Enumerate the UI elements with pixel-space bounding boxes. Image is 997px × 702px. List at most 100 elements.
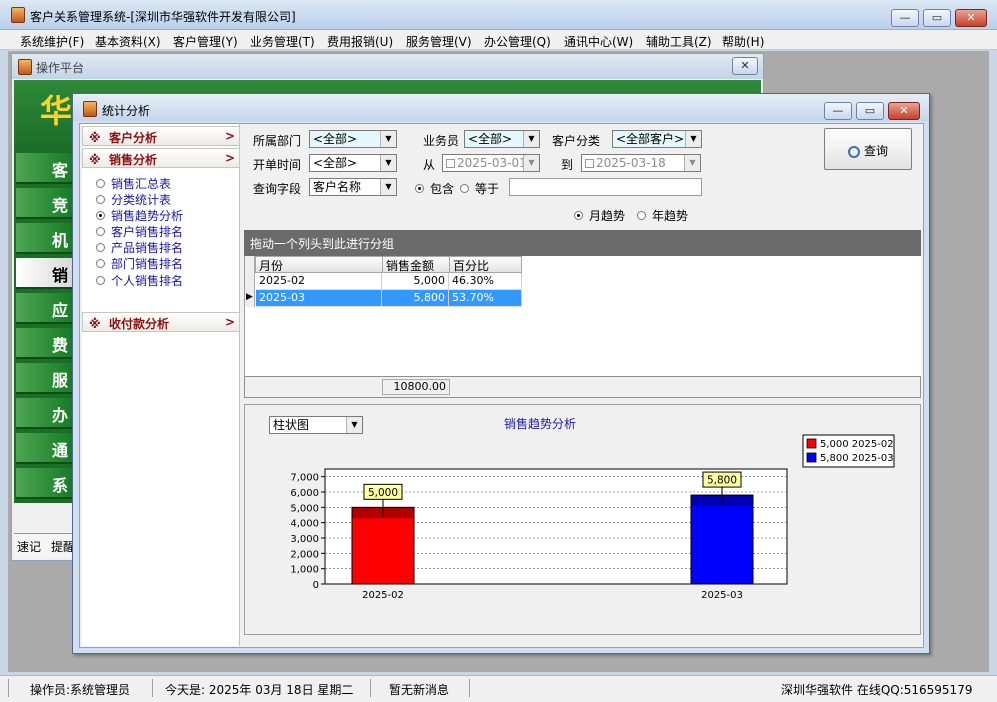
open-time-value: <全部> — [313, 156, 358, 170]
y-tick-label: 5,000 — [290, 503, 319, 514]
query-field-select[interactable]: 客户名称 ▼ — [309, 178, 397, 196]
radio-icon — [96, 179, 105, 188]
customer-category-select[interactable]: <全部客户> ▼ — [612, 130, 702, 148]
stat-close-button[interactable]: ✕ — [888, 102, 920, 120]
menu-help[interactable]: 帮助(H) — [722, 33, 764, 50]
salesman-select[interactable]: <全部> ▼ — [464, 130, 540, 148]
menu-office[interactable]: 办公管理(Q) — [484, 33, 551, 50]
radio-icon — [637, 211, 646, 220]
stat-titlebar: 统计分析 — ▭ ✕ — [73, 94, 929, 121]
category-payment-analysis[interactable]: ※ 收付款分析 > — [82, 312, 240, 332]
checkbox-icon[interactable] — [585, 159, 594, 168]
menu-business[interactable]: 业务管理(T) — [250, 33, 315, 50]
checkbox-icon[interactable] — [446, 159, 455, 168]
radio-sales-trend[interactable]: 销售趋势分析 — [96, 207, 183, 223]
query-button[interactable]: 查询 — [824, 128, 912, 170]
nav-service[interactable]: 服 — [16, 363, 74, 394]
customer-category-value: <全部客户> — [616, 132, 685, 146]
menu-comm[interactable]: 通讯中心(W) — [564, 33, 633, 50]
menu-system[interactable]: 系统维护(F) — [20, 33, 84, 50]
to-date-picker[interactable]: 2025-03-18 ▼ — [581, 154, 701, 172]
nav-competitor[interactable]: 竞 — [16, 188, 74, 219]
y-tick-label: 6,000 — [290, 488, 319, 499]
radio-year-trend[interactable]: 年趋势 — [637, 207, 688, 224]
radio-label: 年趋势 — [652, 209, 689, 223]
radio-label: 客户销售排名 — [111, 225, 184, 239]
menu-expense[interactable]: 费用报销(U) — [327, 33, 393, 50]
current-row-arrow-icon: ▶ — [246, 292, 253, 302]
nav-system[interactable]: 系 — [16, 468, 74, 499]
nav-receivable[interactable]: 应 — [16, 293, 74, 324]
category-sales-analysis[interactable]: ※ 销售分析 > — [82, 148, 240, 168]
nav-comm[interactable]: 通 — [16, 433, 74, 464]
dropdown-arrow-icon: ▼ — [380, 179, 396, 195]
radio-personal-ranking[interactable]: 个人销售排名 — [96, 272, 183, 288]
legend-entry: 5,800 2025-03 — [820, 453, 894, 464]
radio-category-stats[interactable]: 分类统计表 — [96, 191, 171, 207]
stat-client: ※ 客户分析 > ※ 销售分析 > 销售汇总表 分类统计表 销售趋势分析 客户销… — [79, 123, 924, 648]
nav-office[interactable]: 办 — [16, 398, 74, 429]
radio-contains[interactable]: 包含 — [415, 180, 454, 197]
column-header-amount[interactable]: 销售金额 — [382, 256, 450, 273]
tab-notes[interactable]: 速记 — [17, 538, 41, 555]
dept-value: <全部> — [313, 132, 358, 146]
data-grid: 月份 销售金额 百分比 ▶ 2025-02 5,000 46.30% 2025-… — [244, 256, 921, 376]
nav-opportunity[interactable]: 机 — [16, 223, 74, 254]
search-input[interactable] — [509, 178, 702, 196]
radio-label: 分类统计表 — [111, 193, 172, 207]
radio-month-trend[interactable]: 月趋势 — [574, 207, 625, 224]
stat-maximize-button[interactable]: ▭ — [856, 102, 884, 120]
stat-title: 统计分析 — [102, 104, 151, 118]
nav-sales[interactable]: 销 — [16, 258, 74, 289]
status-date: 今天是: 2025年 03月 18日 星期二 — [165, 683, 354, 697]
legend-entry: 5,000 2025-02 — [820, 439, 894, 450]
nav-customer[interactable]: 客 — [16, 153, 74, 184]
menu-service[interactable]: 服务管理(V) — [406, 33, 472, 50]
minimize-button[interactable]: — — [891, 9, 919, 27]
category-mark: ※ — [89, 317, 101, 331]
maximize-button[interactable]: ▭ — [923, 9, 951, 27]
radio-icon — [96, 195, 105, 204]
op-close-button[interactable]: ✕ — [732, 57, 758, 75]
dept-label: 所属部门 — [253, 134, 302, 148]
radio-icon — [96, 243, 105, 252]
dropdown-arrow-icon: ▼ — [684, 155, 700, 171]
app-icon — [11, 7, 25, 23]
close-button[interactable]: ✕ — [955, 9, 987, 27]
radio-product-ranking[interactable]: 产品销售排名 — [96, 239, 183, 255]
menu-basic-data[interactable]: 基本资料(X) — [95, 33, 161, 50]
status-messages: 暂无新消息 — [389, 683, 450, 697]
open-time-select[interactable]: <全部> ▼ — [309, 154, 397, 172]
dept-select[interactable]: <全部> ▼ — [309, 130, 397, 148]
x-tick-label: 2025-03 — [701, 590, 743, 601]
category-label: 销售分析 — [109, 153, 158, 167]
radio-selected-icon — [415, 184, 424, 193]
radio-dept-ranking[interactable]: 部门销售排名 — [96, 255, 183, 271]
radio-label: 产品销售排名 — [111, 241, 184, 255]
category-customer-analysis[interactable]: ※ 客户分析 > — [82, 126, 240, 146]
radio-sales-summary[interactable]: 销售汇总表 — [96, 175, 171, 191]
op-titlebar: 操作平台 ✕ — [12, 54, 763, 79]
cell-amount: 5,000 — [382, 273, 449, 290]
radio-label: 等于 — [475, 182, 500, 196]
nav-expense[interactable]: 费 — [16, 328, 74, 359]
from-date-picker[interactable]: 2025-03-01 ▼ — [442, 154, 540, 172]
radio-selected-icon — [96, 211, 105, 220]
radio-equals[interactable]: 等于 — [460, 180, 499, 197]
data-label: 5,000 — [368, 487, 398, 499]
radio-customer-ranking[interactable]: 客户销售排名 — [96, 223, 183, 239]
group-by-bar[interactable]: 拖动一个列头到此进行分组 — [244, 230, 921, 256]
stat-minimize-button[interactable]: — — [824, 102, 852, 120]
statusbar: 操作员:系统管理员 今天是: 2025年 03月 18日 星期二 暂无新消息 深… — [0, 675, 997, 702]
menu-customer[interactable]: 客户管理(Y) — [173, 33, 238, 50]
column-header-percent[interactable]: 百分比 — [449, 256, 522, 273]
category-mark: ※ — [89, 131, 101, 145]
app-title: 客户关系管理系统-[深圳市华强软件开发有限公司] — [30, 10, 296, 24]
dropdown-arrow-icon: ▼ — [523, 155, 539, 171]
radio-selected-icon — [574, 211, 583, 220]
statistics-window: 统计分析 — ▭ ✕ ※ 客户分析 > ※ 销售分析 > 销售汇总表 分类统计表… — [72, 93, 930, 654]
y-tick-label: 0 — [313, 580, 319, 591]
menu-tools[interactable]: 辅助工具(Z) — [646, 33, 712, 50]
column-header-month[interactable]: 月份 — [255, 256, 383, 273]
to-date-value: 2025-03-18 — [596, 156, 666, 170]
